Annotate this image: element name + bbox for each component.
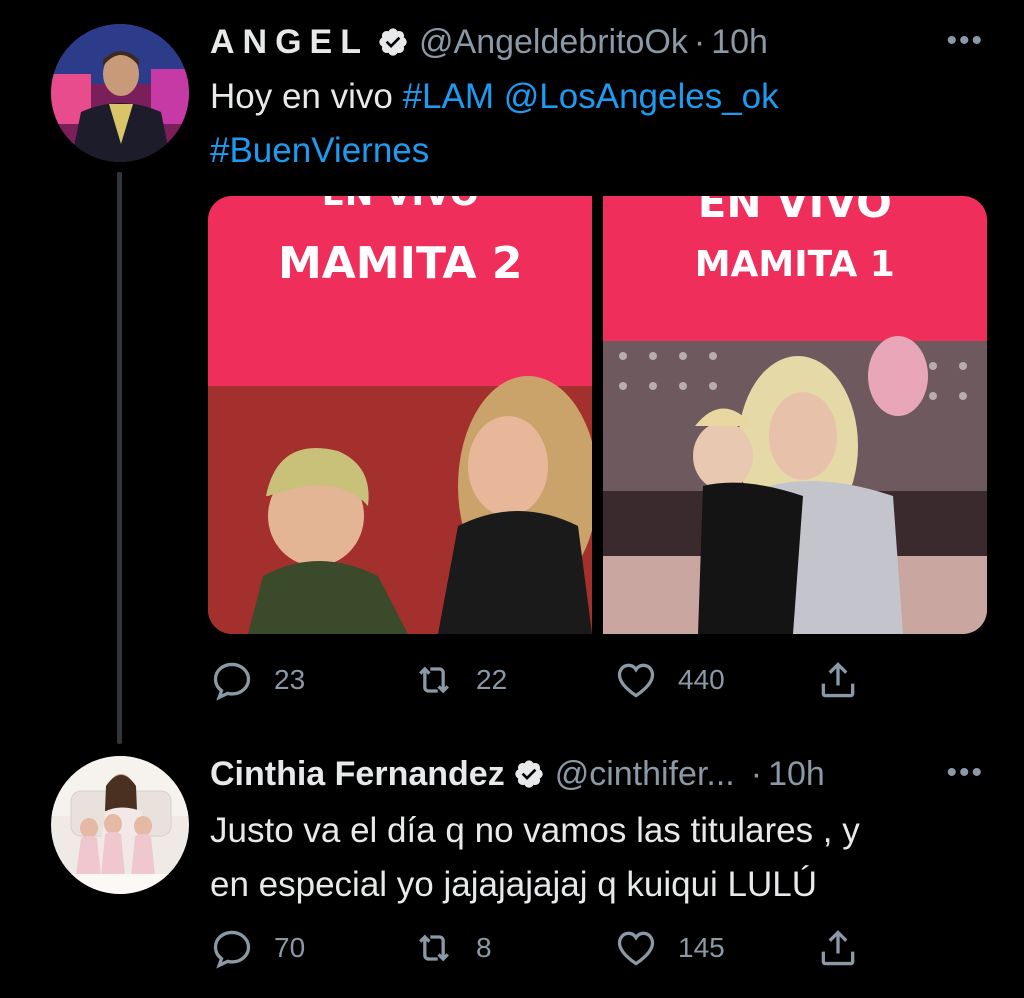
display-name[interactable]: Cinthia Fernandez (210, 754, 505, 794)
reply-count: 23 (274, 664, 306, 695)
like-icon (617, 663, 655, 698)
tweet-text-plain: Hoy en vivo (210, 77, 403, 116)
like-count: 145 (678, 932, 725, 963)
banner-title: MAMITA 1 (694, 244, 895, 285)
banner-title: MAMITA 2 (277, 238, 523, 289)
media-image-mamita-1[interactable]: EN VIVO MAMITA 1 (602, 196, 987, 634)
more-icon[interactable]: ••• (946, 756, 984, 790)
banner-top-text: EN VIVO (208, 196, 593, 214)
media-image-mamita-2[interactable]: EN VIVO MAMITA 2 (208, 196, 593, 634)
verified-badge-icon (379, 28, 407, 56)
reply-icon (213, 662, 251, 701)
reply-button[interactable]: 23 (210, 658, 412, 702)
reply-button[interactable]: 70 (210, 926, 412, 970)
handle[interactable]: @AngeldebritoOk (419, 22, 688, 62)
tweet-text-line: en especial yo jajajajajaj q kuiqui LULÚ (210, 865, 818, 904)
like-count: 440 (678, 664, 725, 695)
time-separator: · (693, 23, 706, 61)
like-icon (617, 931, 655, 966)
hashtag-lam[interactable]: #LAM (403, 77, 494, 116)
retweet-icon (419, 666, 449, 694)
retweet-button[interactable]: 8 (412, 926, 614, 970)
tweet-actions: 23 22 440 (210, 658, 860, 702)
mention-losangeles[interactable]: @LosAngeles_ok (504, 77, 779, 116)
share-icon (821, 930, 855, 966)
tweet-actions: 70 8 145 (210, 926, 860, 970)
handle[interactable]: @cinthifer... (555, 754, 735, 794)
tweet-media[interactable]: EN VIVO MAMITA 2 (208, 196, 987, 634)
share-button[interactable] (816, 926, 860, 970)
avatar-angel[interactable] (51, 24, 189, 162)
like-button[interactable]: 145 (614, 926, 816, 970)
timestamp[interactable]: 10h (711, 22, 768, 62)
tweet-text-line: Justo va el día q no vamos las titulares… (210, 811, 860, 850)
banner-top-text: EN VIVO (697, 196, 892, 227)
tweet-angel[interactable]: ANGEL @AngeldebritoOk · 10h ••• Hoy en v… (0, 0, 1024, 740)
share-icon (821, 662, 855, 698)
tweet-text: Hoy en vivo #LAM @LosAngeles_ok #BuenVie… (210, 70, 990, 178)
retweet-button[interactable]: 22 (412, 658, 614, 702)
tweet-header: Cinthia Fernandez @cinthifer... · 10h (210, 754, 825, 794)
retweet-count: 22 (476, 664, 508, 695)
verified-badge-icon (515, 760, 543, 788)
reply-icon (213, 930, 251, 969)
retweet-count: 8 (476, 932, 492, 963)
share-button[interactable] (816, 658, 860, 702)
like-button[interactable]: 440 (614, 658, 816, 702)
tweet-cinthia[interactable]: Cinthia Fernandez @cinthifer... · 10h ••… (0, 740, 1024, 998)
avatar-cinthia[interactable] (51, 756, 189, 894)
retweet-icon (419, 934, 449, 962)
reply-count: 70 (274, 932, 306, 963)
hashtag-buenviernes[interactable]: #BuenViernes (210, 131, 429, 170)
display-name[interactable]: ANGEL (210, 22, 369, 62)
more-icon[interactable]: ••• (946, 24, 984, 58)
time-separator: · (750, 755, 763, 793)
timestamp[interactable]: 10h (768, 754, 825, 794)
tweet-text: Justo va el día q no vamos las titulares… (210, 804, 990, 912)
tweet-header: ANGEL @AngeldebritoOk · 10h (210, 22, 768, 62)
